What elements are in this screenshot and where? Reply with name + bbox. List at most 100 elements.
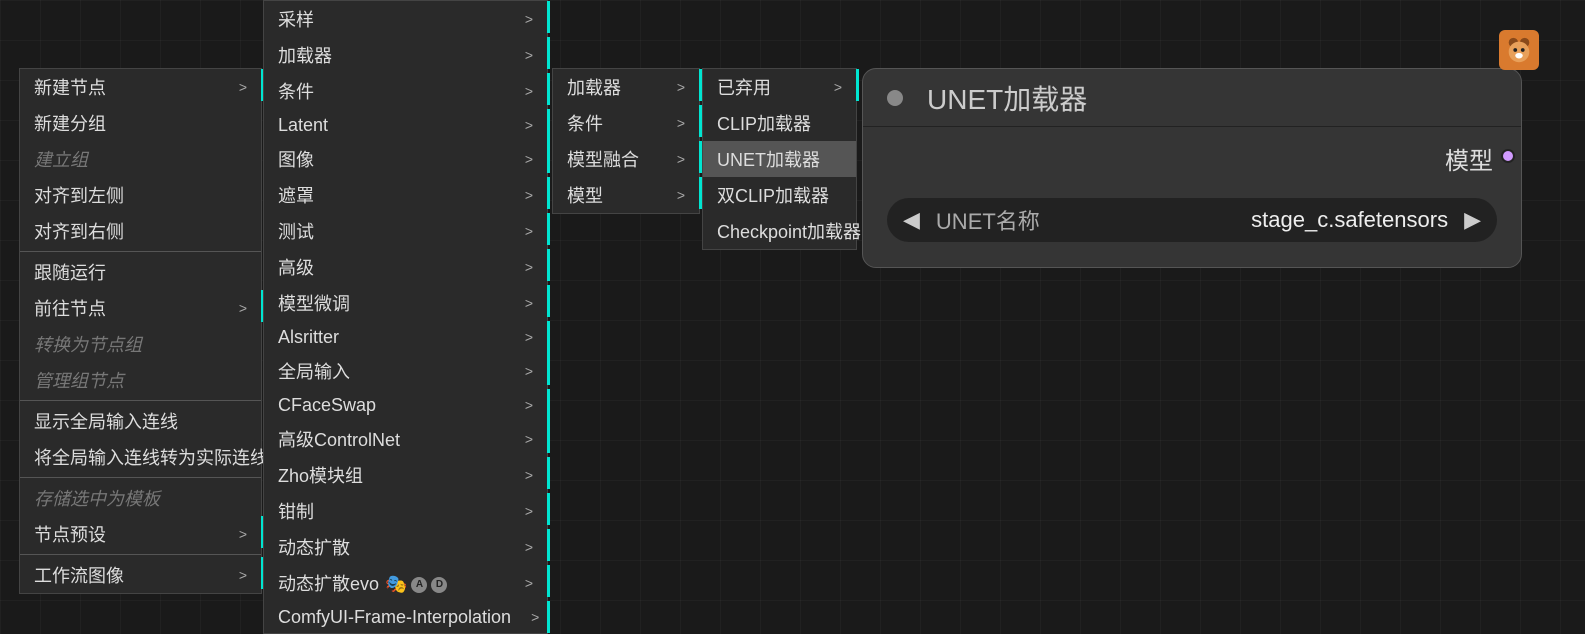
menu-item-label: 模型微调	[278, 290, 350, 316]
chevron-right-icon: >	[525, 575, 533, 591]
menu-item-label: 动态扩散evo🎭AD	[278, 570, 447, 596]
menu-item-label: 工作流图像	[34, 562, 124, 588]
menu-accent-marker	[547, 1, 550, 33]
menu-item-label: 动态扩散	[278, 534, 350, 560]
menu-item-label: 将全局输入连线转为实际连线	[34, 444, 268, 470]
context-menu-root: 新建节点>新建分组建立组对齐到左侧对齐到右侧跟随运行前往节点>转换为节点组管理组…	[19, 68, 262, 594]
category-menu-item[interactable]: Latent>	[264, 109, 547, 141]
chevron-right-icon: >	[525, 539, 533, 555]
advanced-menu-item[interactable]: 条件>	[553, 105, 699, 141]
menu-item-label: 显示全局输入连线	[34, 408, 178, 434]
category-menu-item[interactable]: 高级>	[264, 249, 547, 285]
badge-a: A	[411, 577, 427, 593]
category-menu-item[interactable]: 动态扩散evo🎭AD >	[264, 565, 547, 601]
root-menu-item[interactable]: 显示全局输入连线	[20, 403, 261, 439]
chevron-right-icon: >	[239, 567, 247, 583]
menu-item-label: CFaceSwap	[278, 395, 376, 416]
menu-divider	[20, 251, 261, 252]
root-menu-item[interactable]: 将全局输入连线转为实际连线	[20, 439, 261, 475]
widget-prev-icon[interactable]: ◀	[903, 207, 920, 233]
menu-item-label: 双CLIP加载器	[717, 182, 829, 208]
chevron-right-icon: >	[239, 79, 247, 95]
category-menu-item[interactable]: 加载器>	[264, 37, 547, 73]
widget-next-icon[interactable]: ▶	[1464, 207, 1481, 233]
chevron-right-icon: >	[525, 363, 533, 379]
loader-menu-item[interactable]: Checkpoint加载器	[703, 213, 856, 249]
chevron-right-icon: >	[525, 117, 533, 133]
menu-accent-marker	[547, 109, 550, 141]
menu-accent-marker	[547, 213, 550, 245]
menu-item-label: 新建节点	[34, 74, 106, 100]
menu-item-label: 模型融合	[567, 146, 639, 172]
avatar-icon[interactable]	[1499, 30, 1539, 70]
loader-menu-item[interactable]: CLIP加载器	[703, 105, 856, 141]
chevron-right-icon: >	[531, 609, 539, 625]
menu-accent-marker	[547, 249, 550, 281]
menu-item-label: 节点预设	[34, 521, 106, 547]
root-menu-item[interactable]: 新建分组	[20, 105, 261, 141]
category-menu-item[interactable]: 图像 >	[264, 141, 547, 177]
menu-item-label: CLIP加载器	[717, 110, 811, 136]
menu-item-label: 图像	[278, 146, 314, 172]
menu-item-label: 测试	[278, 218, 314, 244]
category-menu-item[interactable]: CFaceSwap >	[264, 389, 547, 421]
root-menu-item[interactable]: 对齐到左侧	[20, 177, 261, 213]
menu-accent-marker	[547, 141, 550, 173]
category-menu-item[interactable]: 动态扩散 >	[264, 529, 547, 565]
menu-item-label: Alsritter	[278, 327, 339, 348]
loader-menu-item[interactable]: 已弃用>	[703, 69, 856, 105]
menu-item-label: Checkpoint加载器	[717, 218, 861, 244]
menu-accent-marker	[856, 69, 859, 101]
node-header[interactable]: UNET加载器	[863, 69, 1521, 127]
category-menu-item[interactable]: 全局输入>	[264, 353, 547, 389]
root-menu-item[interactable]: 前往节点>	[20, 290, 261, 326]
node-title: UNET加载器	[927, 78, 1087, 118]
menu-item-label: 新建分组	[34, 110, 106, 136]
loader-menu-item[interactable]: 双CLIP加载器	[703, 177, 856, 213]
chevron-right-icon: >	[525, 467, 533, 483]
menu-item-label: 遮罩	[278, 182, 314, 208]
context-submenu-advanced: 加载器>条件> 模型融合 > 模型>	[552, 68, 700, 214]
root-menu-item[interactable]: 工作流图像 >	[20, 557, 261, 593]
mask-icon: 🎭	[385, 574, 407, 595]
node-collapse-dot[interactable]	[887, 90, 903, 106]
category-menu-item[interactable]: Alsritter>	[264, 321, 547, 353]
chevron-right-icon: >	[525, 151, 533, 167]
category-menu-item[interactable]: 采样 >	[264, 1, 547, 37]
menu-accent-marker	[547, 389, 550, 421]
chevron-right-icon: >	[525, 397, 533, 413]
chevron-right-icon: >	[525, 83, 533, 99]
widget-label: UNET名称	[936, 204, 1040, 236]
category-menu-item[interactable]: 模型微调>	[264, 285, 547, 321]
chevron-right-icon: >	[677, 151, 685, 167]
advanced-menu-item[interactable]: 模型融合 >	[553, 141, 699, 177]
category-menu-item[interactable]: 条件>	[264, 73, 547, 109]
advanced-menu-item[interactable]: 加载器>	[553, 69, 699, 105]
menu-item-label: 已弃用	[717, 74, 771, 100]
category-menu-item[interactable]: ComfyUI-Frame-Interpolation >	[264, 601, 547, 633]
menu-item-label: 高级ControlNet	[278, 426, 400, 452]
category-menu-item[interactable]: 高级ControlNet>	[264, 421, 547, 457]
menu-item-label: 管理组节点	[34, 367, 124, 393]
menu-item-label: 采样	[278, 6, 314, 32]
output-port-model[interactable]	[1501, 149, 1515, 163]
category-menu-item[interactable]: 测试 >	[264, 213, 547, 249]
root-menu-item[interactable]: 节点预设>	[20, 516, 261, 552]
advanced-menu-item[interactable]: 模型>	[553, 177, 699, 213]
category-menu-item[interactable]: Zho模块组>	[264, 457, 547, 493]
root-menu-item[interactable]: 跟随运行	[20, 254, 261, 290]
node-unet-loader[interactable]: UNET加载器 模型 ◀ UNET名称 stage_c.safetensors …	[862, 68, 1522, 268]
widget-unet-name[interactable]: ◀ UNET名称 stage_c.safetensors ▶	[887, 198, 1497, 242]
category-menu-item[interactable]: 遮罩>	[264, 177, 547, 213]
menu-divider	[20, 400, 261, 401]
loader-menu-item[interactable]: UNET加载器	[703, 141, 856, 177]
menu-item-label: 转换为节点组	[34, 331, 142, 357]
category-menu-item[interactable]: 钳制>	[264, 493, 547, 529]
root-menu-item[interactable]: 新建节点 >	[20, 69, 261, 105]
chevron-right-icon: >	[525, 223, 533, 239]
menu-item-label: ComfyUI-Frame-Interpolation	[278, 607, 511, 628]
chevron-right-icon: >	[525, 11, 533, 27]
root-menu-item[interactable]: 对齐到右侧	[20, 213, 261, 249]
menu-item-label: 对齐到右侧	[34, 218, 124, 244]
menu-item-badges: 🎭AD	[385, 574, 447, 595]
